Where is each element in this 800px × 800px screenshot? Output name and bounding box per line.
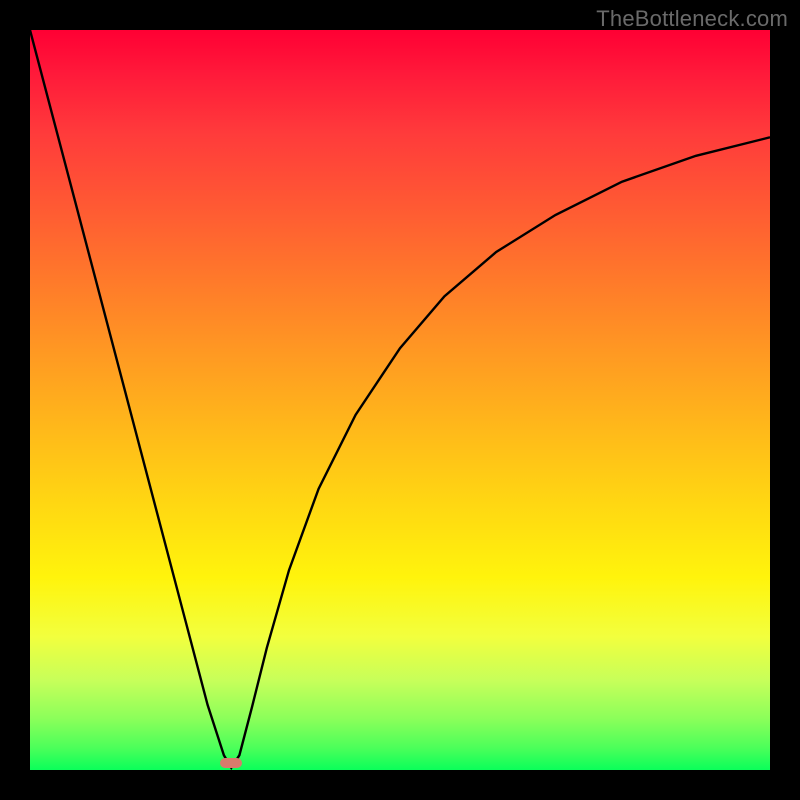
chart-frame: TheBottleneck.com — [0, 0, 800, 800]
curve-path — [30, 30, 770, 768]
watermark-text: TheBottleneck.com — [596, 6, 788, 32]
minimum-marker — [220, 758, 242, 768]
bottleneck-curve — [30, 30, 770, 770]
plot-area — [30, 30, 770, 770]
